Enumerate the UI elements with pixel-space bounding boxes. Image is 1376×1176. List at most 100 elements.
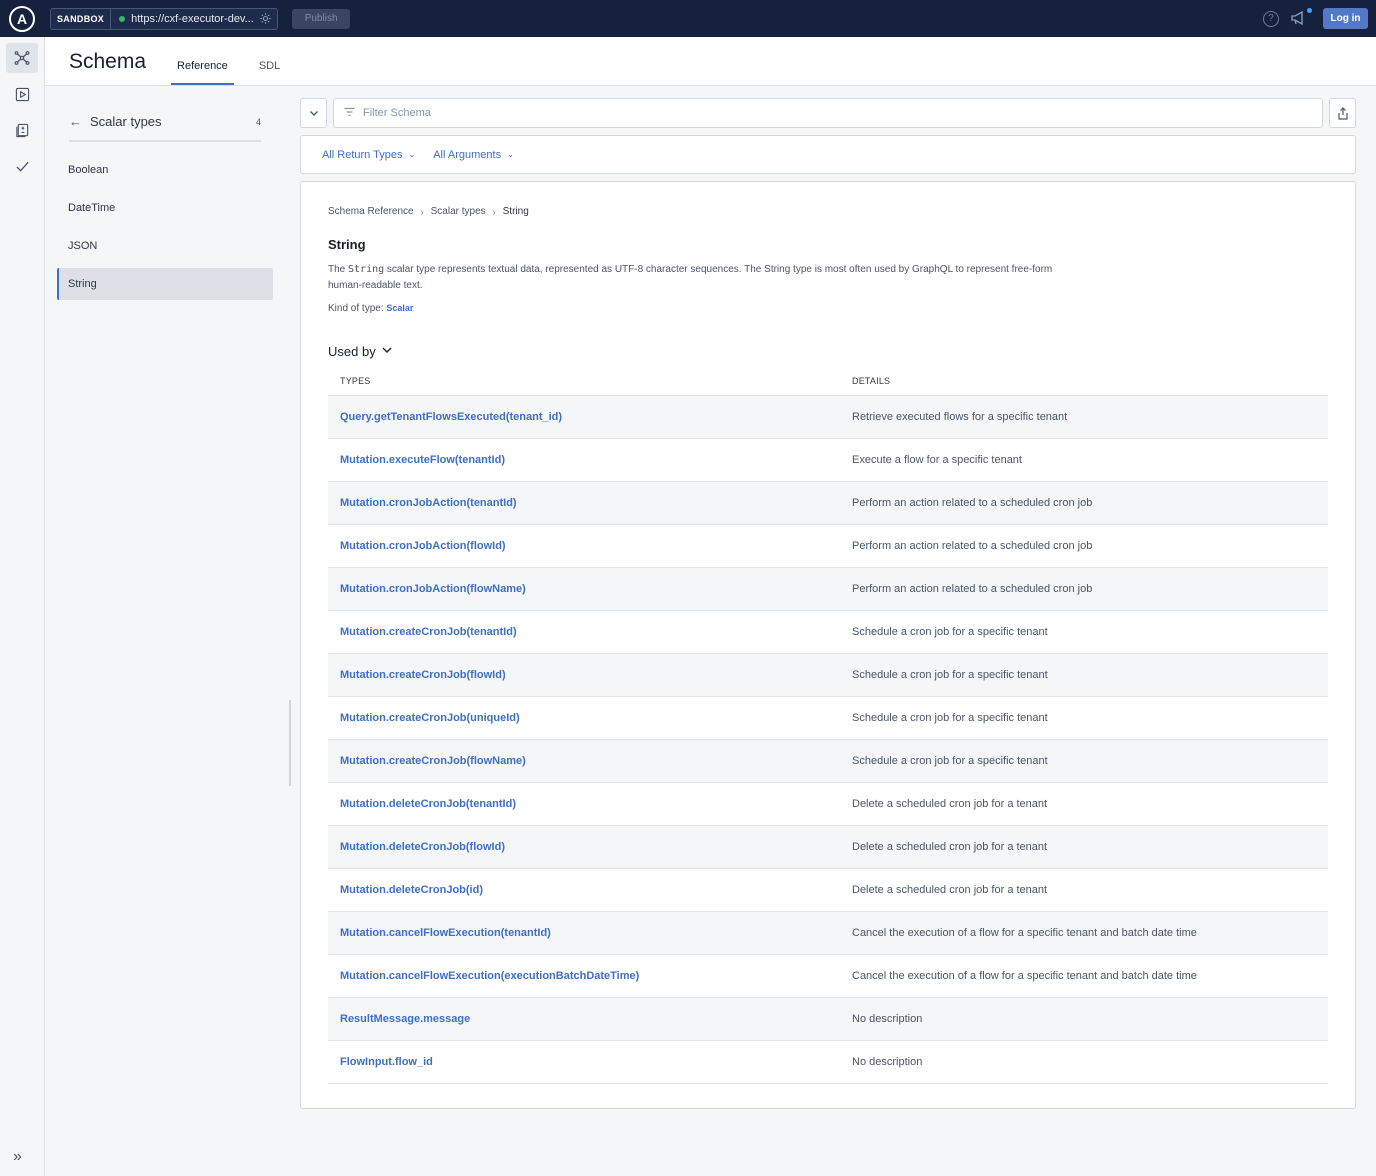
type-link[interactable]: Mutation.executeFlow(tenantId)	[328, 454, 852, 466]
gear-icon[interactable]	[257, 11, 273, 27]
type-count: 4	[255, 116, 261, 127]
return-types-dropdown[interactable]: All Return Types ⌄	[322, 149, 415, 161]
endpoint-url[interactable]: https://cxf-executor-dev....	[111, 9, 277, 29]
table-row: Mutation.createCronJob(tenantId) Schedule…	[328, 611, 1328, 654]
apollo-logo-icon[interactable]: A	[9, 5, 35, 32]
type-link[interactable]: Mutation.deleteCronJob(flowId)	[328, 841, 852, 853]
col-types: TYPES	[340, 376, 371, 386]
return-types-label: All Return Types	[322, 148, 403, 161]
type-details: Perform an action related to a scheduled…	[852, 497, 1093, 509]
type-link[interactable]: FlowInput.flow_id	[328, 1056, 852, 1068]
type-link[interactable]: Mutation.deleteCronJob(tenantId)	[328, 798, 852, 810]
table-row: Mutation.deleteCronJob(flowId) Delete a s…	[328, 826, 1328, 869]
schema-sidebar: ← Scalar types 4 Boolean DateTime JSON S…	[45, 86, 291, 1176]
filter-options-bar: All Return Types ⌄ All Arguments ⌄	[300, 135, 1356, 174]
table-row: Mutation.executeFlow(tenantId) Execute a …	[328, 439, 1328, 482]
type-details: Delete a scheduled cron job for a tenant	[852, 884, 1048, 896]
sidebar-item-datetime[interactable]: DateTime	[57, 192, 273, 224]
type-link[interactable]: Query.getTenantFlowsExecuted(tenant_id)	[328, 411, 852, 423]
type-details: Retrieve executed flows for a specific t…	[852, 411, 1068, 423]
type-link[interactable]: Mutation.createCronJob(tenantId)	[328, 626, 852, 638]
tab-sdl[interactable]: SDL	[253, 60, 286, 85]
chevron-down-icon: ⌄	[408, 150, 416, 159]
type-description: The String scalar type represents textua…	[328, 262, 1068, 294]
sidebar-resize-handle[interactable]	[289, 700, 291, 786]
table-row: ResultMessage.message No description	[328, 998, 1328, 1041]
type-link[interactable]: Mutation.cronJobAction(tenantId)	[328, 497, 852, 509]
desc-code: String	[348, 264, 385, 275]
sidebar-item-string[interactable]: String	[57, 268, 273, 300]
type-details: Delete a scheduled cron job for a tenant	[852, 841, 1048, 853]
checks-nav-icon[interactable]	[6, 151, 38, 181]
kind-label: Kind of type:	[328, 303, 387, 314]
kind-link[interactable]: Scalar	[386, 303, 413, 313]
schema-nav-icon[interactable]	[6, 43, 38, 73]
col-details: DETAILS	[852, 376, 891, 386]
arguments-dropdown[interactable]: All Arguments ⌄	[433, 149, 514, 161]
chevron-down-icon	[309, 111, 318, 116]
breadcrumb-schema-reference[interactable]: Schema Reference	[328, 206, 414, 217]
explorer-nav-icon[interactable]	[6, 79, 38, 109]
sandbox-endpoint-box[interactable]: SANDBOX https://cxf-executor-dev....	[50, 7, 279, 30]
connection-status-icon	[119, 15, 126, 22]
type-link[interactable]: Mutation.createCronJob(flowId)	[328, 669, 852, 681]
used-by-label: Used by	[328, 344, 376, 359]
share-button[interactable]	[1329, 98, 1356, 128]
tab-reference[interactable]: Reference	[171, 60, 234, 85]
type-link[interactable]: Mutation.cancelFlowExecution(tenantId)	[328, 927, 852, 939]
desc-suffix: scalar type represents textual data, rep…	[328, 264, 1053, 291]
used-by-toggle[interactable]: Used by	[328, 344, 392, 359]
table-row: Mutation.cancelFlowExecution(executionBa…	[328, 955, 1328, 998]
type-details: Perform an action related to a scheduled…	[852, 540, 1093, 552]
table-row: Mutation.createCronJob(uniqueId) Schedule…	[328, 697, 1328, 740]
type-details: Cancel the execution of a flow for a spe…	[852, 970, 1197, 982]
left-nav-rail: »	[0, 37, 45, 1176]
type-details: Delete a scheduled cron job for a tenant	[852, 798, 1048, 810]
table-row: Mutation.deleteCronJob(tenantId) Delete a…	[328, 783, 1328, 826]
type-details: Schedule a cron job for a specific tenan…	[852, 669, 1048, 681]
type-details: Schedule a cron job for a specific tenan…	[852, 712, 1048, 724]
type-detail-card: Schema Reference › Scalar types › String…	[300, 181, 1356, 1109]
breadcrumb-current: String	[502, 206, 529, 217]
share-icon	[1337, 106, 1348, 120]
type-details: No description	[852, 1056, 923, 1068]
sidebar-list: Boolean DateTime JSON String	[57, 154, 273, 306]
filter-schema-input[interactable]	[363, 107, 1263, 119]
used-by-table: TYPES DETAILS Query.getTenantFlowsExecut…	[328, 367, 1328, 1084]
table-row: Query.getTenantFlowsExecuted(tenant_id) R…	[328, 396, 1328, 439]
table-row: Mutation.createCronJob(flowName) Schedule…	[328, 740, 1328, 783]
sidebar-header: ← Scalar types 4	[69, 114, 261, 142]
type-link[interactable]: Mutation.cronJobAction(flowName)	[328, 583, 852, 595]
type-link[interactable]: Mutation.createCronJob(uniqueId)	[328, 712, 852, 724]
publish-button[interactable]: Publish	[292, 8, 351, 29]
collapse-sidebar-button[interactable]	[300, 98, 327, 128]
table-row: Mutation.cronJobAction(flowId) Perform an…	[328, 525, 1328, 568]
help-icon[interactable]: ?	[1263, 10, 1279, 27]
expand-rail-icon[interactable]: »	[13, 1148, 22, 1166]
kind-of-type: Kind of type: Scalar	[328, 303, 413, 314]
type-details: Schedule a cron job for a specific tenan…	[852, 626, 1048, 638]
docs-nav-icon[interactable]	[6, 115, 38, 145]
sidebar-title: Scalar types	[90, 114, 162, 129]
type-link[interactable]: Mutation.deleteCronJob(id)	[328, 884, 852, 896]
table-row: Mutation.cronJobAction(flowName) Perform …	[328, 568, 1328, 611]
table-row: Mutation.cancelFlowExecution(tenantId) Ca…	[328, 912, 1328, 955]
type-link[interactable]: ResultMessage.message	[328, 1013, 852, 1025]
filter-icon	[344, 107, 355, 120]
back-arrow-icon[interactable]: ←	[69, 114, 82, 129]
page-header: Schema Reference SDL	[45, 37, 1376, 86]
type-title: String	[328, 237, 366, 252]
breadcrumb-scalar-types[interactable]: Scalar types	[431, 206, 486, 217]
type-link[interactable]: Mutation.cancelFlowExecution(executionBa…	[328, 970, 852, 982]
megaphone-icon[interactable]	[1291, 7, 1312, 27]
chevron-down-icon	[382, 346, 392, 357]
filter-schema-field[interactable]	[333, 98, 1323, 128]
table-row: Mutation.cronJobAction(tenantId) Perform …	[328, 482, 1328, 525]
login-button[interactable]: Log in	[1323, 8, 1368, 29]
type-details: Schedule a cron job for a specific tenan…	[852, 755, 1048, 767]
type-link[interactable]: Mutation.cronJobAction(flowId)	[328, 540, 852, 552]
chevron-down-icon: ⌄	[507, 150, 514, 159]
sidebar-item-json[interactable]: JSON	[57, 230, 273, 262]
sidebar-item-boolean[interactable]: Boolean	[57, 154, 273, 186]
type-link[interactable]: Mutation.createCronJob(flowName)	[328, 755, 852, 767]
